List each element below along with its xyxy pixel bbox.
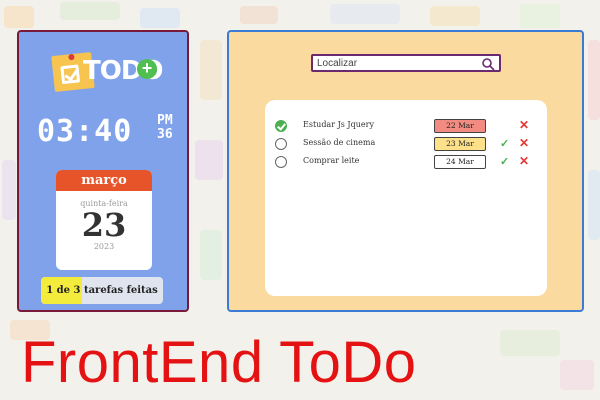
task-checkbox[interactable] bbox=[275, 120, 287, 132]
checkbox-icon bbox=[60, 64, 81, 85]
clock-period: PM bbox=[157, 113, 173, 128]
clock-ampm: PM 36 bbox=[157, 114, 173, 142]
delete-icon[interactable]: ✕ bbox=[519, 154, 529, 168]
search-bar bbox=[311, 54, 501, 72]
list-item: Estudar Js Jquery 22 Mar ✕ bbox=[273, 118, 543, 135]
calendar-year: 2023 bbox=[93, 242, 115, 251]
calendar-month: março bbox=[56, 170, 152, 191]
clock-seconds: 36 bbox=[157, 127, 173, 142]
task-panel: Estudar Js Jquery 22 Mar ✕ Sessão de cin… bbox=[227, 30, 584, 312]
digital-clock: 03:40 PM 36 bbox=[37, 114, 177, 154]
search-input[interactable] bbox=[317, 56, 477, 70]
plus-icon: + bbox=[137, 59, 157, 79]
task-label: Comprar leite bbox=[303, 156, 360, 165]
task-checkbox[interactable] bbox=[275, 156, 287, 168]
task-checkbox[interactable] bbox=[275, 138, 287, 150]
progress-text: 1 de 3 tarefas feitas bbox=[46, 285, 158, 296]
clock-time: 03:40 bbox=[37, 114, 133, 149]
list-item: Comprar leite 24 Mar ✓ ✕ bbox=[273, 154, 543, 171]
sidebar-panel: TODO + 03:40 PM 36 março quinta-feira 23… bbox=[17, 30, 189, 312]
check-icon[interactable]: ✓ bbox=[500, 137, 509, 150]
pin-icon bbox=[68, 53, 75, 61]
calendar-widget: março quinta-feira 23 2023 bbox=[56, 170, 152, 270]
task-label: Estudar Js Jquery bbox=[303, 120, 374, 129]
task-list: Estudar Js Jquery 22 Mar ✕ Sessão de cin… bbox=[265, 100, 547, 296]
delete-icon[interactable]: ✕ bbox=[519, 118, 529, 132]
check-icon[interactable]: ✓ bbox=[500, 155, 509, 168]
calendar-day: 23 bbox=[81, 206, 127, 244]
task-label: Sessão de cinema bbox=[303, 138, 376, 147]
app-logo: TODO + bbox=[51, 50, 164, 94]
task-date: 22 Mar bbox=[434, 119, 486, 133]
task-date: 24 Mar bbox=[434, 155, 486, 169]
search-icon[interactable] bbox=[481, 57, 495, 71]
delete-icon[interactable]: ✕ bbox=[519, 136, 529, 150]
task-date: 23 Mar bbox=[434, 137, 486, 151]
page-title: FrontEnd ToDo bbox=[21, 330, 417, 395]
list-item: Sessão de cinema 23 Mar ✓ ✕ bbox=[273, 136, 543, 153]
progress-counter: 1 de 3 tarefas feitas bbox=[41, 277, 163, 304]
